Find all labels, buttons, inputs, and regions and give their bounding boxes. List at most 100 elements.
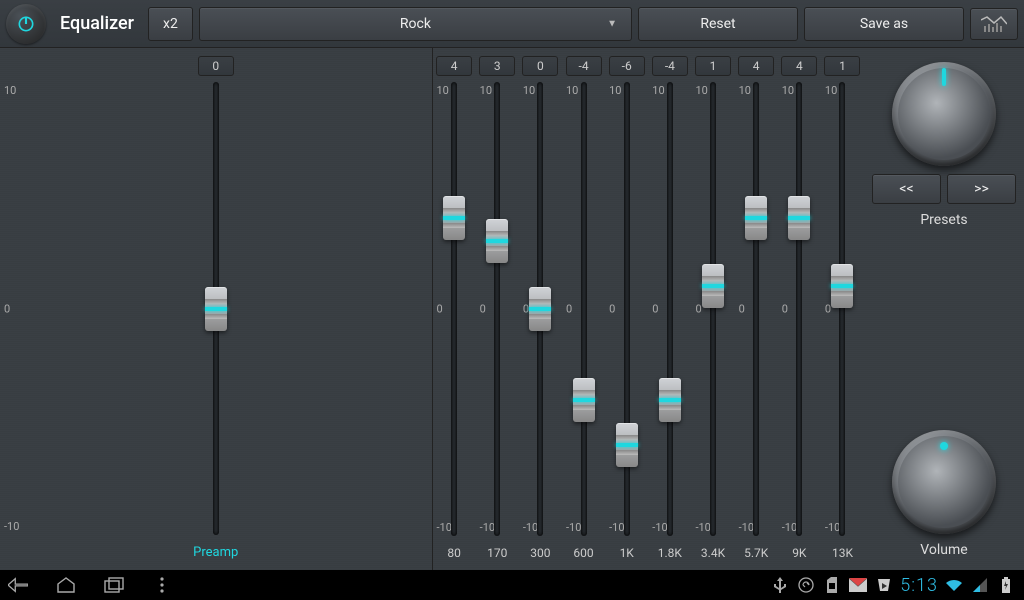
band-slider[interactable]: 10 0 -10 <box>476 82 519 536</box>
sliders-area: 0 10 0 -10 Preamp 4 10 0 -10 80 3 10 0 -… <box>0 48 864 570</box>
preamp-label: Preamp <box>193 539 238 570</box>
tick-mid: 0 <box>523 303 529 316</box>
android-navbar: 5:13 <box>0 570 1024 600</box>
tick-max: 10 <box>437 84 449 97</box>
band-freq-label: 13K <box>832 540 853 570</box>
app-title: Equalizer <box>60 13 134 34</box>
tick-mid: 0 <box>739 303 745 316</box>
preamp-value: 0 <box>198 56 234 76</box>
band-thumb[interactable] <box>573 378 595 422</box>
signal-icon <box>970 575 990 595</box>
band-column: 4 10 0 -10 5.7K <box>735 48 778 570</box>
volume-label: Volume <box>920 542 967 558</box>
tick-min: -10 <box>480 521 495 534</box>
tick-min: -10 <box>566 521 581 534</box>
volume-knob[interactable] <box>892 430 996 534</box>
sync-icon <box>796 575 816 595</box>
band-slider[interactable]: 10 0 -10 <box>778 82 821 536</box>
tick-max: 10 <box>4 84 16 97</box>
tick-max: 10 <box>480 84 492 97</box>
tick-min: -10 <box>609 521 624 534</box>
usb-icon <box>770 575 790 595</box>
band-value: 1 <box>824 56 860 76</box>
tick-max: 10 <box>609 84 621 97</box>
band-column: 1 10 0 -10 13K <box>821 48 864 570</box>
band-slider[interactable]: 10 0 -10 <box>821 82 864 536</box>
band-value: 1 <box>695 56 731 76</box>
tick-max: 10 <box>523 84 535 97</box>
tick-min: -10 <box>782 521 797 534</box>
band-column: 4 10 0 -10 80 <box>433 48 476 570</box>
graph-toggle-button[interactable] <box>970 8 1018 40</box>
band-value: -4 <box>652 56 688 76</box>
band-column: 0 10 0 -10 300 <box>519 48 562 570</box>
tick-min: -10 <box>4 520 19 533</box>
graph-icon <box>981 15 1007 33</box>
reset-button[interactable]: Reset <box>638 7 798 41</box>
band-thumb[interactable] <box>702 264 724 308</box>
tick-max: 10 <box>739 84 751 97</box>
band-slider[interactable]: 10 0 -10 <box>691 82 734 536</box>
tick-mid: 0 <box>782 303 788 316</box>
preset-prev-button[interactable]: << <box>872 174 941 204</box>
tick-max: 10 <box>566 84 578 97</box>
band-thumb[interactable] <box>831 264 853 308</box>
preset-knob[interactable] <box>892 62 996 166</box>
tick-min: -10 <box>437 521 452 534</box>
band-thumb[interactable] <box>616 423 638 467</box>
tick-max: 10 <box>652 84 664 97</box>
band-slider[interactable]: 10 0 -10 <box>519 82 562 536</box>
recents-icon[interactable] <box>104 575 124 595</box>
tick-max: 10 <box>825 84 837 97</box>
band-value: 3 <box>479 56 515 76</box>
sd-icon <box>822 575 842 595</box>
tick-mid: 0 <box>609 303 615 316</box>
band-column: -4 10 0 -10 600 <box>562 48 605 570</box>
band-value: -4 <box>566 56 602 76</box>
band-value: 0 <box>522 56 558 76</box>
power-icon <box>16 14 36 34</box>
preset-dropdown[interactable]: Rock ▼ <box>199 7 632 41</box>
band-column: 1 10 0 -10 3.4K <box>691 48 734 570</box>
band-thumb[interactable] <box>529 287 551 331</box>
preset-next-button[interactable]: >> <box>947 174 1016 204</box>
battery-icon <box>996 575 1016 595</box>
band-slider[interactable]: 10 0 -10 <box>648 82 691 536</box>
tick-mid: 0 <box>480 303 486 316</box>
preamp-thumb[interactable] <box>205 287 227 331</box>
right-panel: << >> Presets Volume <box>864 48 1024 570</box>
tick-min: -10 <box>825 521 840 534</box>
band-thumb[interactable] <box>745 196 767 240</box>
power-button[interactable] <box>6 4 46 44</box>
band-thumb[interactable] <box>443 196 465 240</box>
back-icon[interactable] <box>8 575 28 595</box>
band-freq-label: 1K <box>620 540 634 570</box>
clock: 5:13 <box>900 575 938 596</box>
band-value: 4 <box>738 56 774 76</box>
band-value: 4 <box>436 56 472 76</box>
band-column: 4 10 0 -10 9K <box>778 48 821 570</box>
band-slider[interactable]: 10 0 -10 <box>605 82 648 536</box>
tick-mid: 0 <box>695 303 701 316</box>
band-freq-label: 9K <box>792 540 806 570</box>
band-slider[interactable]: 10 0 -10 <box>735 82 778 536</box>
band-slider[interactable]: 10 0 -10 <box>433 82 476 536</box>
menu-icon[interactable] <box>152 575 172 595</box>
band-column: -6 10 0 -10 1K <box>605 48 648 570</box>
band-thumb[interactable] <box>788 196 810 240</box>
band-thumb[interactable] <box>486 219 508 263</box>
equalizer-main: 0 10 0 -10 Preamp 4 10 0 -10 80 3 10 0 -… <box>0 48 1024 570</box>
tick-mid: 0 <box>566 303 572 316</box>
band-slider[interactable]: 10 0 -10 <box>562 82 605 536</box>
tick-max: 10 <box>782 84 794 97</box>
multiplier-button[interactable]: x2 <box>148 7 193 41</box>
home-icon[interactable] <box>56 575 76 595</box>
mail-icon <box>848 575 868 595</box>
band-freq-label: 5.7K <box>744 540 768 570</box>
band-freq-label: 300 <box>530 540 550 570</box>
preamp-slider[interactable]: 10 0 -10 <box>0 82 432 535</box>
band-thumb[interactable] <box>659 378 681 422</box>
save-as-button[interactable]: Save as <box>804 7 964 41</box>
bands-container: 4 10 0 -10 80 3 10 0 -10 170 0 10 0 -10 … <box>433 48 865 570</box>
band-freq-label: 80 <box>447 540 461 570</box>
